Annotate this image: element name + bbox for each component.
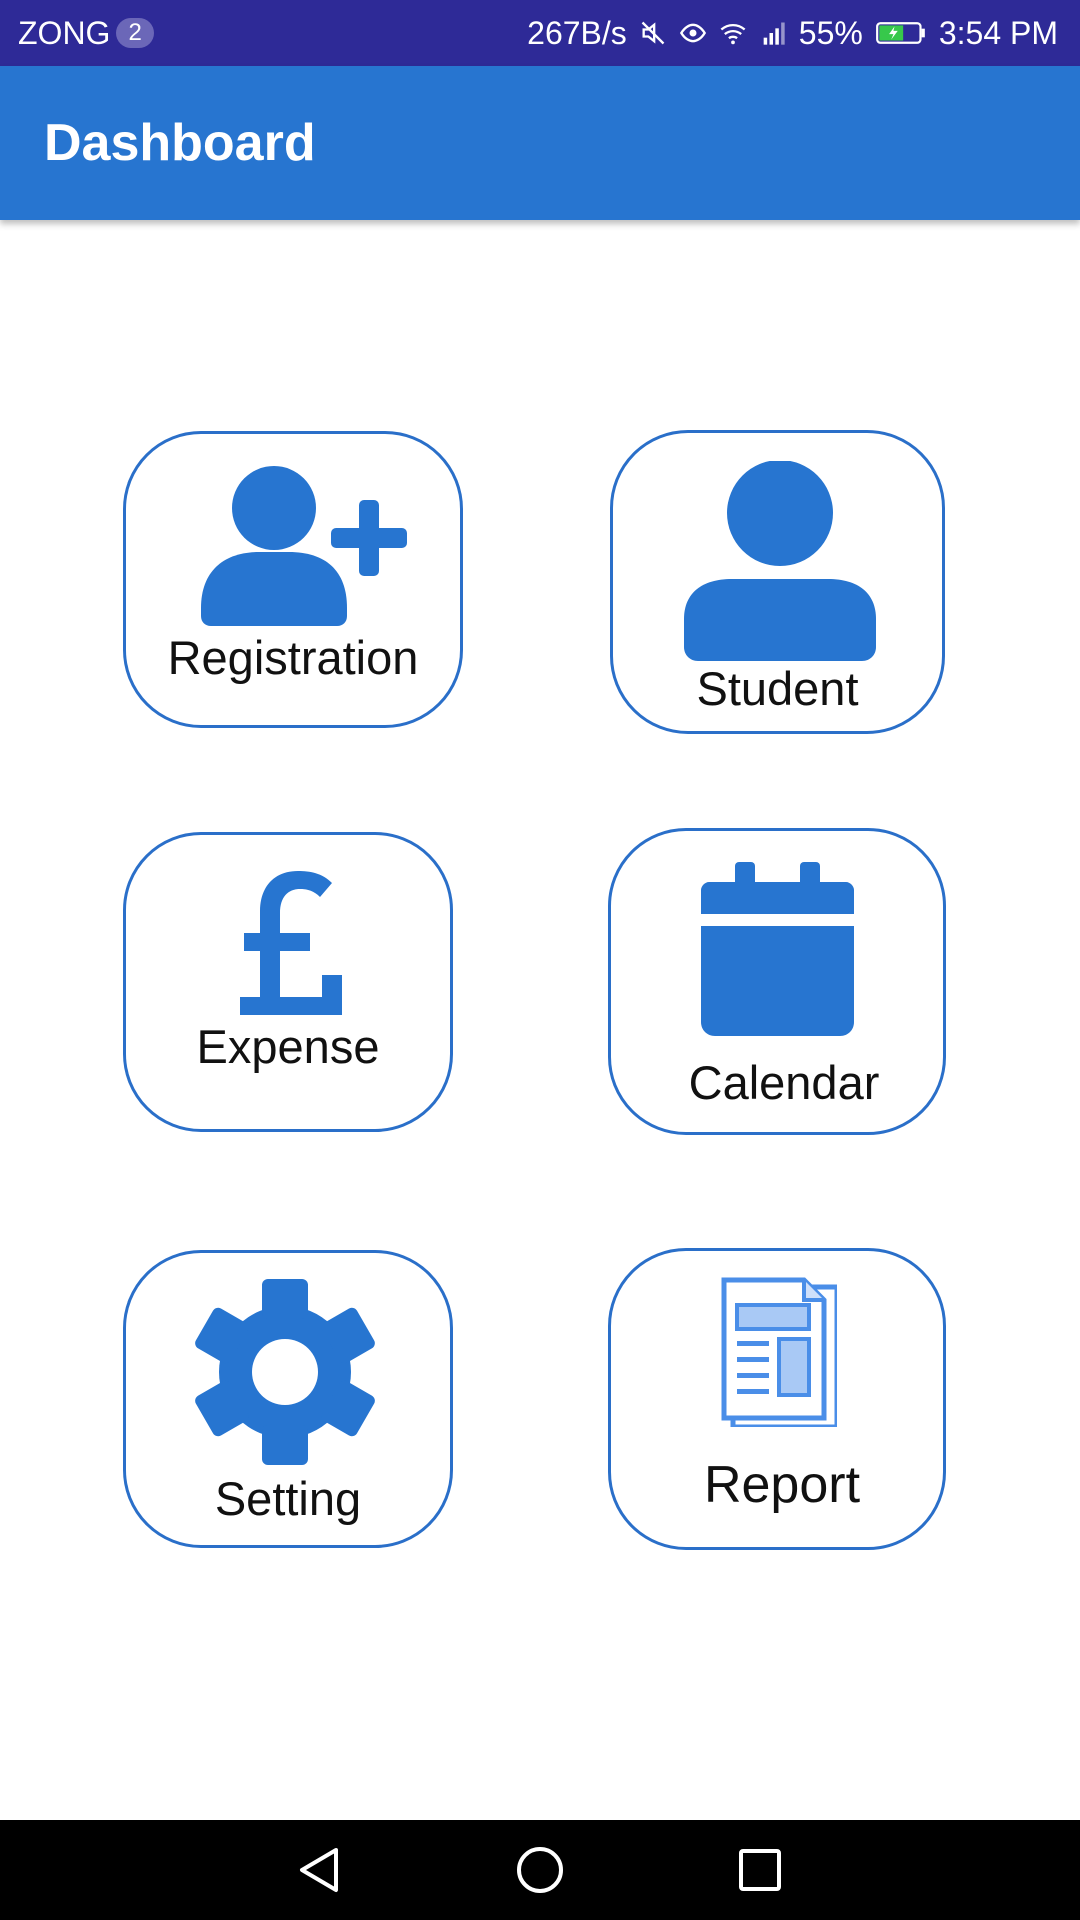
report-label: Report [703, 1456, 861, 1514]
status-right: 267B/s 55% 3:54 PM [527, 0, 1058, 66]
wifi-icon [720, 23, 746, 45]
calendar-tile[interactable]: Calendar [608, 828, 946, 1135]
clock: 3:54 PM [938, 14, 1058, 51]
report-tile[interactable]: Report [608, 1248, 946, 1550]
network-speed: 267B/s [527, 14, 627, 51]
home-icon[interactable] [512, 1842, 568, 1898]
status-left: ZONG 2 [18, 0, 154, 66]
mute-icon [641, 21, 665, 45]
sim-slot-badge: 2 [116, 18, 154, 48]
calendar-label: Calendar [688, 1056, 880, 1109]
eye-comfort-icon [679, 23, 706, 43]
app-bar: Dashboard [0, 66, 1080, 220]
back-icon[interactable] [292, 1842, 348, 1898]
carrier-name: ZONG [18, 14, 111, 51]
user-icon [684, 461, 876, 661]
expense-tile[interactable]: Expense [123, 832, 453, 1132]
report-icon [721, 1277, 837, 1427]
gear-icon [195, 1279, 375, 1465]
registration-label: Registration [167, 631, 419, 684]
page-title: Dashboard [44, 114, 316, 172]
student-tile[interactable]: Student [610, 430, 945, 734]
expense-label: Expense [196, 1020, 380, 1073]
battery-percent: 55% [798, 14, 863, 51]
pound-icon [240, 871, 342, 1015]
calendar-icon [701, 862, 854, 1036]
status-bar: ZONG 2 267B/s 55% 3:54 PM [0, 0, 1080, 66]
navigation-bar [0, 1820, 1080, 1920]
setting-label: Setting [214, 1472, 362, 1525]
registration-tile[interactable]: Registration [123, 431, 463, 728]
student-label: Student [696, 662, 859, 715]
add-user-icon [201, 466, 407, 626]
battery-charging-icon [875, 22, 925, 44]
setting-tile[interactable]: Setting [123, 1250, 453, 1548]
signal-3g-icon [763, 22, 785, 45]
recents-icon[interactable] [732, 1842, 788, 1898]
